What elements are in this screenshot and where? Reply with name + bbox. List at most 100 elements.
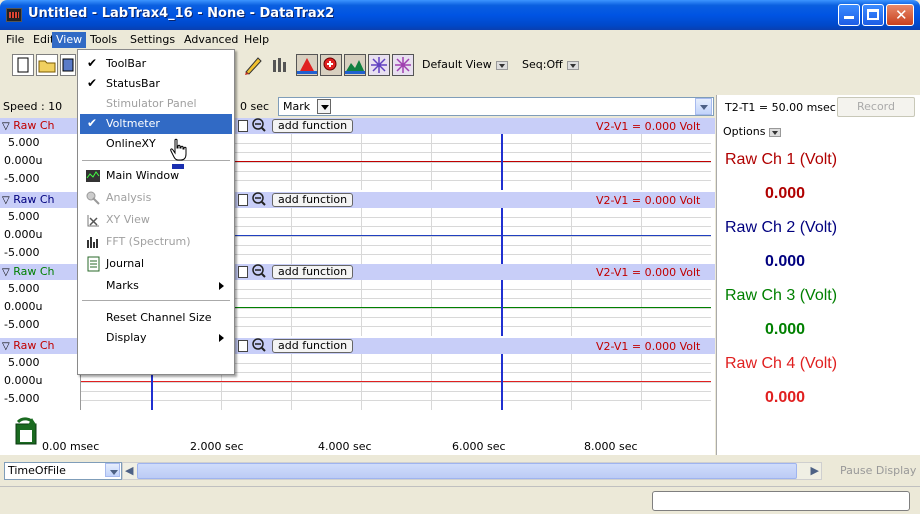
window-title: Untitled - LabTrax4_16 - None - DataTrax… xyxy=(28,6,335,21)
rewind-icon[interactable] xyxy=(12,416,40,446)
time-scrollbar[interactable]: ◀ ▶ xyxy=(122,462,822,480)
menu-analysis[interactable]: Analysis xyxy=(80,188,232,208)
time-of-file-label: TimeOfFile xyxy=(8,464,66,477)
menu-xy-view-label: XY View xyxy=(106,213,150,226)
voltmeter-ch1-value: 0.000 xyxy=(765,185,806,202)
maximize-button[interactable] xyxy=(862,4,884,26)
grid-line xyxy=(291,280,292,336)
menu-marks[interactable]: Marks xyxy=(80,276,232,296)
menu-display[interactable]: Display xyxy=(80,328,232,348)
time-cursor[interactable] xyxy=(501,208,503,264)
seq-dropdown[interactable]: Seq:Off xyxy=(522,58,579,71)
grid-line xyxy=(431,134,432,190)
zoom-box-icon[interactable] xyxy=(238,266,248,278)
grid-line xyxy=(291,208,292,264)
grid-icon xyxy=(371,57,387,73)
collapse-triangle-icon: ▽ xyxy=(2,267,10,278)
menu-onlinexy[interactable]: OnlineXY xyxy=(80,134,232,154)
mark-label: Mark xyxy=(283,100,311,113)
zoom-out-icon[interactable] xyxy=(252,192,266,206)
menu-view[interactable]: View xyxy=(52,32,87,48)
pause-display-button[interactable]: Pause Display xyxy=(840,464,916,477)
status-bar xyxy=(0,486,920,514)
scroll-thumb[interactable] xyxy=(137,463,797,479)
menu-settings[interactable]: Settings xyxy=(126,32,179,48)
menu-fft[interactable]: FFT (Spectrum) xyxy=(80,232,232,252)
menu-stimulator[interactable]: Stimulator Panel xyxy=(80,94,232,114)
menu-main-window[interactable]: Main Window xyxy=(80,166,232,186)
menu-toolbar[interactable]: ✔ ToolBar xyxy=(80,54,232,74)
menu-help[interactable]: Help xyxy=(240,32,273,48)
menu-toolbar-label: ToolBar xyxy=(106,57,147,70)
zoom-out-icon[interactable] xyxy=(252,338,266,352)
grid-line xyxy=(571,280,572,336)
minimize-button[interactable] xyxy=(838,4,860,26)
menu-xy-view[interactable]: XY View xyxy=(80,210,232,230)
menu-separator xyxy=(82,300,230,301)
check-icon: ✔ xyxy=(87,116,98,130)
main-window-icon xyxy=(86,170,100,182)
grid-line xyxy=(361,354,362,410)
menu-statusbar[interactable]: ✔ StatusBar xyxy=(80,74,232,94)
options-dropdown[interactable]: Options xyxy=(723,125,782,138)
menu-journal-label: Journal xyxy=(106,257,145,270)
zoom-button[interactable] xyxy=(320,54,342,76)
channel-name[interactable]: ▽ Raw Ch xyxy=(2,193,55,206)
cursor-shadow xyxy=(172,164,184,169)
time-cursor[interactable] xyxy=(501,354,503,410)
channel-name[interactable]: ▽ Raw Ch xyxy=(2,339,55,352)
voltmeter-ch3-value: 0.000 xyxy=(765,321,806,338)
add-function-button[interactable]: add function xyxy=(272,339,354,353)
add-function-button[interactable]: add function xyxy=(272,119,354,133)
grid-button[interactable] xyxy=(368,54,390,76)
grid-line xyxy=(361,134,362,190)
mark-dropdown-button[interactable] xyxy=(317,99,331,114)
zoom-box-icon[interactable] xyxy=(238,120,248,132)
time-cursor[interactable] xyxy=(501,280,503,336)
voltage-diff: V2-V1 = 0.000 Volt xyxy=(596,120,701,133)
scroll-right-icon[interactable]: ▶ xyxy=(811,464,819,477)
chevron-down-icon[interactable] xyxy=(105,463,120,477)
menu-marks-label: Marks xyxy=(106,279,139,292)
menu-voltmeter[interactable]: ✔ Voltmeter xyxy=(80,114,232,134)
open-file-button[interactable] xyxy=(36,54,58,76)
close-button[interactable]: ✕ xyxy=(886,4,914,26)
zoom-box-icon[interactable] xyxy=(238,194,248,206)
default-view-dropdown[interactable]: Default View xyxy=(422,58,508,71)
menu-advanced[interactable]: Advanced xyxy=(180,32,242,48)
menu-tools[interactable]: Tools xyxy=(86,32,121,48)
grid-line xyxy=(81,391,711,392)
voltmeter-ch4-label: Raw Ch 4 (Volt) xyxy=(725,355,838,372)
axis-bottom-value: -5.000 xyxy=(4,318,40,331)
scroll-left-icon[interactable]: ◀ xyxy=(125,464,133,477)
channel-name[interactable]: ▽ Raw Ch xyxy=(2,265,55,278)
area-button[interactable] xyxy=(344,54,366,76)
time-cursor[interactable] xyxy=(501,134,503,190)
draw-button[interactable] xyxy=(242,54,264,76)
new-file-button[interactable] xyxy=(12,54,34,76)
menu-journal[interactable]: Journal xyxy=(80,254,232,274)
timeline-label-4: 8.000 sec xyxy=(584,440,638,453)
zoom-box-icon[interactable] xyxy=(238,340,248,352)
menu-file[interactable]: File xyxy=(2,32,28,48)
time-of-file-select[interactable]: TimeOfFile xyxy=(4,462,122,480)
record-button[interactable]: Record xyxy=(837,97,915,117)
bars-button[interactable] xyxy=(268,54,290,76)
timeline: 0.00 msec 2.000 sec 4.000 sec 6.000 sec … xyxy=(0,410,715,455)
grid-line xyxy=(571,354,572,410)
save-button[interactable] xyxy=(60,54,76,76)
grid-line xyxy=(571,134,572,190)
add-function-button[interactable]: add function xyxy=(272,265,354,279)
timeline-label-1: 2.000 sec xyxy=(190,440,244,453)
peak-button[interactable] xyxy=(296,54,318,76)
menu-reset-channel-size[interactable]: Reset Channel Size xyxy=(80,308,232,328)
pattern-button[interactable] xyxy=(392,54,414,76)
signal-line xyxy=(81,381,711,382)
zoom-out-icon[interactable] xyxy=(252,118,266,132)
collapse-triangle-icon: ▽ xyxy=(2,341,10,352)
add-function-button[interactable]: add function xyxy=(272,193,354,207)
mark-combo-button[interactable] xyxy=(695,98,712,115)
zoom-out-icon[interactable] xyxy=(252,264,266,278)
mark-select[interactable]: Mark xyxy=(278,97,714,116)
channel-name[interactable]: ▽ Raw Ch xyxy=(2,119,55,132)
